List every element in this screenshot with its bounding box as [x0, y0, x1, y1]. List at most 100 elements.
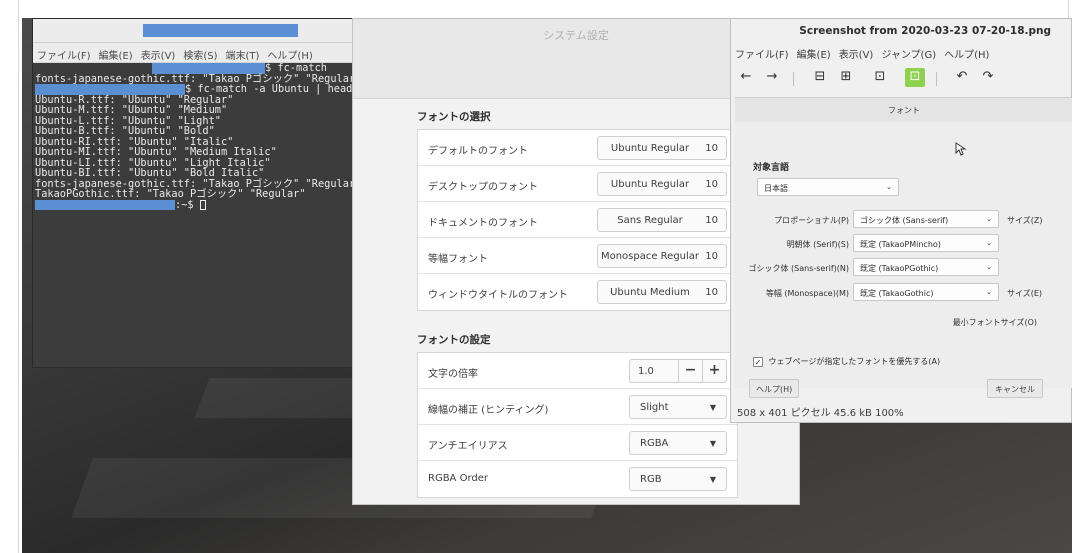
image-dialog-header: フォント: [735, 98, 1072, 122]
font-row-label: ウィンドウタイトルのフォント: [428, 290, 568, 301]
screenshot-stage: – ⤢ ⊗ ファイル(F)編集(E)表示(V)検索(S)端末(T)ヘルプ(H) …: [0, 0, 1084, 553]
font-row-label: 等幅フォント: [428, 254, 488, 265]
checkbox-label: ウェブページが指定したフォントを優先する(A): [768, 357, 941, 366]
prompt-user-redacted: [35, 199, 175, 210]
proportional-value: ゴシック体 (Sans-serif): [860, 216, 949, 225]
checkbox-row: ✓ ウェブページが指定したフォントを優先する(A): [753, 356, 940, 367]
hinting-row: 線幅の補正 (ヒンティング) Slight ▼: [418, 389, 737, 425]
chevron-down-icon: ⌄: [986, 263, 992, 271]
chevron-down-icon: ⌄: [986, 239, 992, 247]
serif-select: 既定 (TakaoPMincho) ⌄: [853, 234, 999, 252]
zoom-out-icon[interactable]: ⊟: [811, 69, 829, 84]
proportional-select: ゴシック体 (Sans-serif) ⌄: [853, 210, 999, 228]
forward-arrow-icon[interactable]: →: [763, 69, 781, 84]
font-size: 10: [705, 251, 718, 262]
chevron-down-icon: ▼: [709, 475, 716, 484]
scale-label: 文字の倍率: [428, 369, 478, 380]
menu-go[interactable]: ジャンプ(G): [881, 50, 936, 61]
sans-value: 既定 (TakaoPGothic): [860, 264, 939, 273]
viewer-menubar: ファイル(F) 編集(E) 表示(V) ジャンプ(G) ヘルプ(H): [731, 43, 1071, 63]
font-row-label: デスクトップのフォント: [428, 182, 538, 193]
font-size: 10: [705, 179, 718, 190]
font-settings-heading: フォントの設定: [417, 334, 491, 346]
chevron-down-icon: ▼: [709, 439, 716, 448]
document-font-button[interactable]: Sans Regular 10: [597, 208, 727, 232]
chevron-down-icon: ▼: [709, 403, 716, 412]
toolbar-separator: [936, 72, 937, 86]
font-name: Ubuntu Medium: [610, 287, 690, 298]
font-size: 10: [705, 143, 718, 154]
rgba-order-row: RGBA Order RGB ▼: [418, 461, 737, 497]
font-row: ウィンドウタイトルのフォント Ubuntu Medium 10: [418, 274, 737, 310]
increment-button[interactable]: +: [702, 360, 726, 382]
language-value: 日本語: [764, 184, 788, 193]
zoom-in-icon[interactable]: ⊞: [837, 69, 855, 84]
rgba-order-label: RGBA Order: [428, 473, 488, 484]
font-row: 等幅フォント Monospace Regular 10: [418, 238, 737, 274]
rgba-order-select[interactable]: RGB ▼: [629, 467, 727, 491]
rotate-left-icon[interactable]: ↶: [953, 69, 971, 84]
menu-help[interactable]: ヘルプ(H): [944, 50, 989, 61]
font-row-label: ドキュメントのフォント: [428, 218, 538, 229]
menu-edit[interactable]: 編集(E): [99, 51, 133, 62]
chevron-down-icon: ⌄: [986, 288, 992, 296]
font-row: ドキュメントのフォント Sans Regular 10: [418, 202, 737, 238]
chevron-down-icon: ⌄: [986, 215, 992, 223]
desktop-font-button[interactable]: Ubuntu Regular 10: [597, 172, 727, 196]
sans-label: ゴシック体 (Sans-serif)(N): [748, 264, 849, 273]
menu-view[interactable]: 表示(V): [839, 50, 874, 61]
font-name: Monospace Regular: [600, 251, 700, 262]
menu-terminal[interactable]: 端末(T): [226, 51, 260, 62]
scale-spinner[interactable]: 1.0 − +: [629, 359, 727, 383]
serif-label: 明朝体 (Serif)(S): [786, 240, 849, 249]
back-arrow-icon[interactable]: ←: [737, 69, 755, 84]
serif-value: 既定 (TakaoPMincho): [860, 240, 941, 249]
antialias-select[interactable]: RGBA ▼: [629, 431, 727, 455]
monospace-label: 等幅 (Monospace)(M): [765, 289, 849, 298]
proportional-label: プロポーショナル(P): [774, 216, 849, 225]
hinting-label: 線幅の補正 (ヒンティング): [428, 405, 549, 416]
font-settings-box: 文字の倍率 1.0 − + 線幅の補正 (ヒンティング) Slight ▼ アンチ…: [417, 352, 738, 498]
default-font-button[interactable]: Ubuntu Regular 10: [597, 136, 727, 160]
menu-file[interactable]: ファイル(F): [735, 50, 789, 61]
mouse-cursor-icon: [955, 142, 967, 156]
antialias-label: アンチエイリアス: [428, 441, 508, 452]
help-button: ヘルプ(H): [749, 379, 800, 398]
decrement-button[interactable]: −: [678, 360, 702, 382]
toolbar-separator: [793, 72, 794, 86]
terminal-cursor: [199, 199, 206, 210]
terminal-text: :~$: [175, 198, 200, 211]
monospace-font-button[interactable]: Monospace Regular 10: [597, 244, 727, 268]
menu-search[interactable]: 検索(S): [183, 51, 217, 62]
font-selection-box: デフォルトのフォント Ubuntu Regular 10 デスクトップのフォント …: [417, 129, 738, 311]
terminal-title-redacted: [143, 24, 298, 37]
menu-edit[interactable]: 編集(E): [797, 50, 831, 61]
font-size: 10: [705, 287, 718, 298]
frame-line-left: [18, 0, 19, 553]
menu-view[interactable]: 表示(V): [141, 51, 176, 62]
hinting-select[interactable]: Slight ▼: [629, 395, 727, 419]
rotate-right-icon[interactable]: ↷: [979, 69, 997, 84]
rgba-order-value: RGB: [640, 474, 662, 485]
menu-file[interactable]: ファイル(F): [37, 51, 91, 62]
checkbox-icon: ✓: [753, 356, 763, 367]
chevron-down-icon: ⌄: [886, 183, 892, 191]
font-row: デフォルトのフォント Ubuntu Regular 10: [418, 130, 737, 166]
size-label: サイズ(E): [1007, 289, 1043, 298]
language-select: 日本語 ⌄: [757, 178, 899, 196]
image-viewer-window[interactable]: Screenshot from 2020-03-23 07-20-18.png …: [730, 18, 1072, 423]
image-dialog-body: 対象言語 日本語 ⌄ プロポーショナル(P) ゴシック体 (Sans-serif)…: [735, 122, 1072, 388]
window-title-font-button[interactable]: Ubuntu Medium 10: [597, 280, 727, 304]
font-name: Ubuntu Regular: [610, 179, 690, 190]
sans-select: 既定 (TakaoPGothic) ⌄: [853, 258, 999, 276]
font-name: Ubuntu Regular: [610, 143, 690, 154]
normal-size-icon: ⊡: [909, 69, 921, 84]
zoom-fit-icon[interactable]: ⊡: [871, 69, 889, 84]
font-selection-heading: フォントの選択: [417, 111, 491, 123]
menu-help[interactable]: ヘルプ(H): [267, 51, 312, 62]
scale-value: 1.0: [638, 366, 654, 377]
scale-row: 文字の倍率 1.0 − +: [418, 353, 737, 389]
antialias-row: アンチエイリアス RGBA ▼: [418, 425, 737, 461]
language-heading: 対象言語: [753, 163, 790, 173]
viewer-toolbar: ← → ⊟ ⊞ ⊡ ⊡ ↶ ↷: [731, 63, 1071, 93]
